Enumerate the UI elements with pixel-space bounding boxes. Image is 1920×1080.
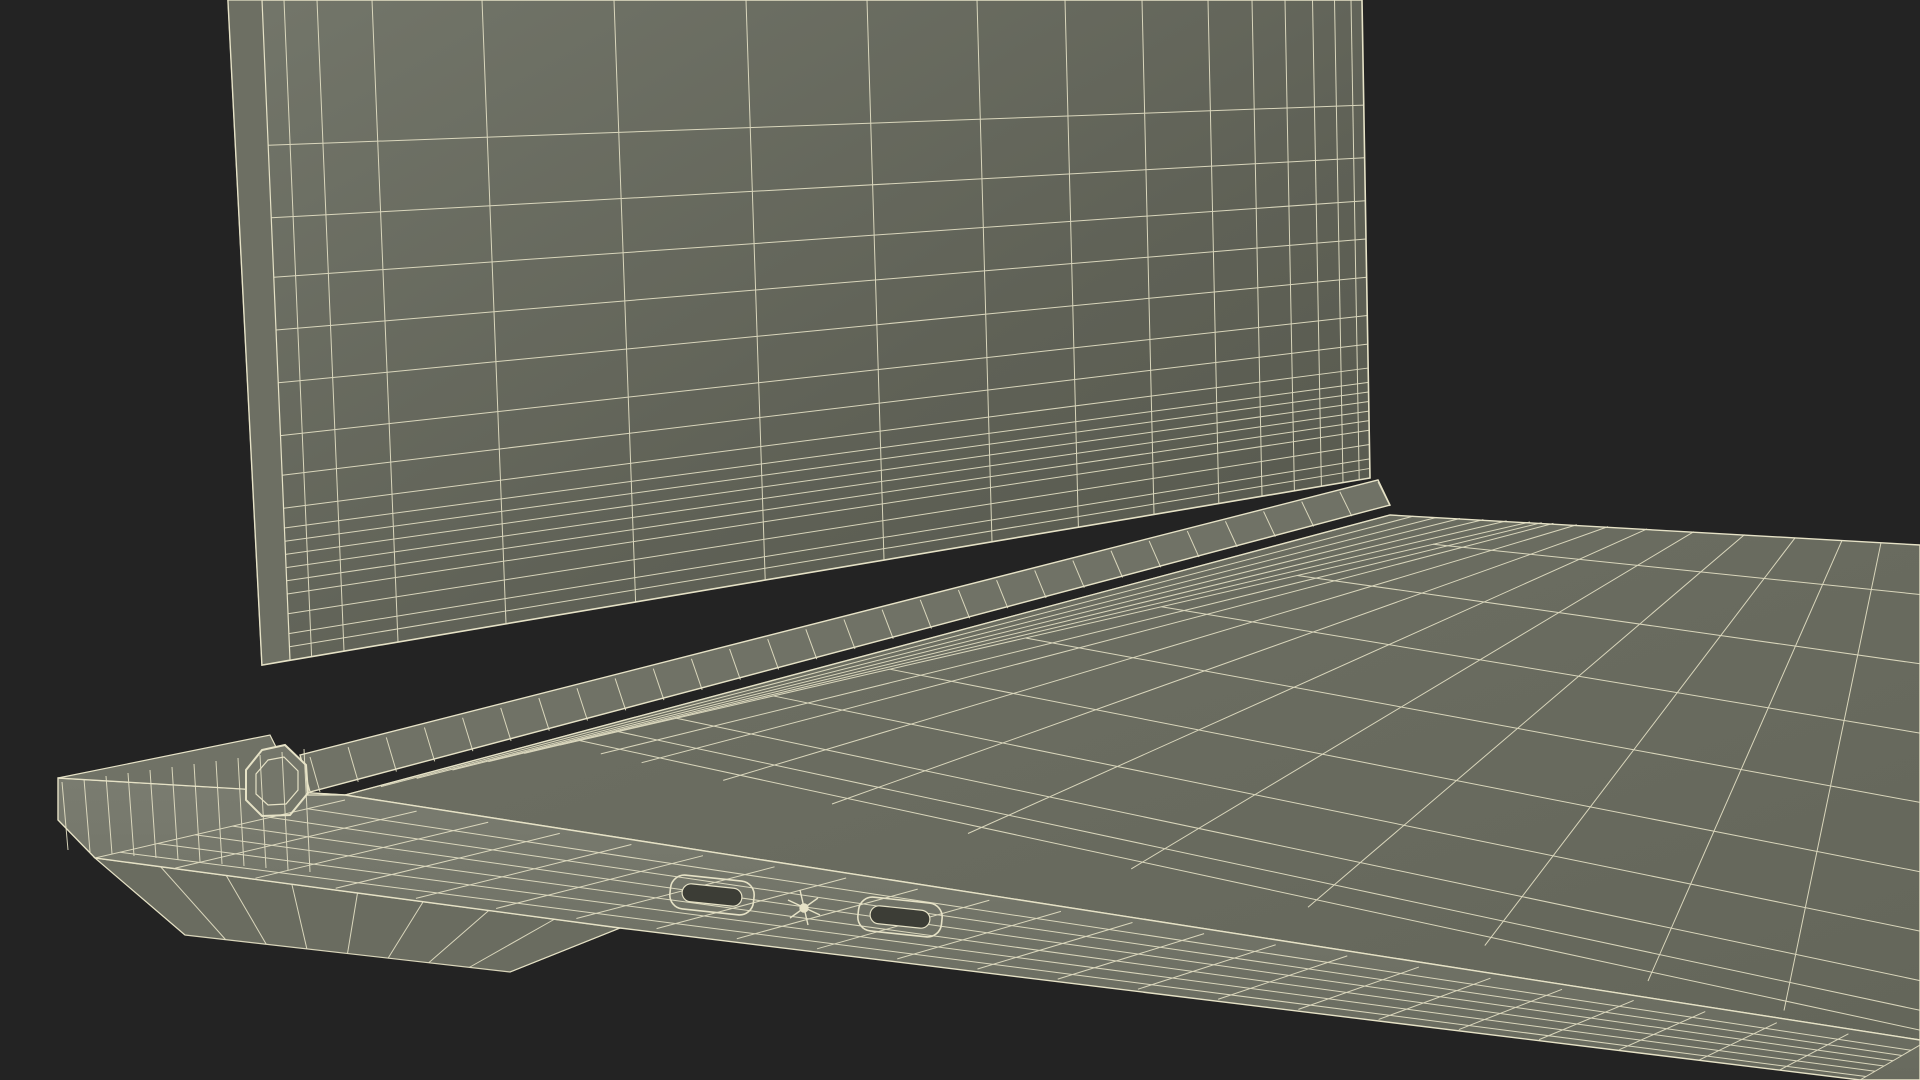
laptop-body bbox=[57, 0, 1920, 1080]
laptop-wireframe-scene bbox=[57, 0, 1920, 1080]
